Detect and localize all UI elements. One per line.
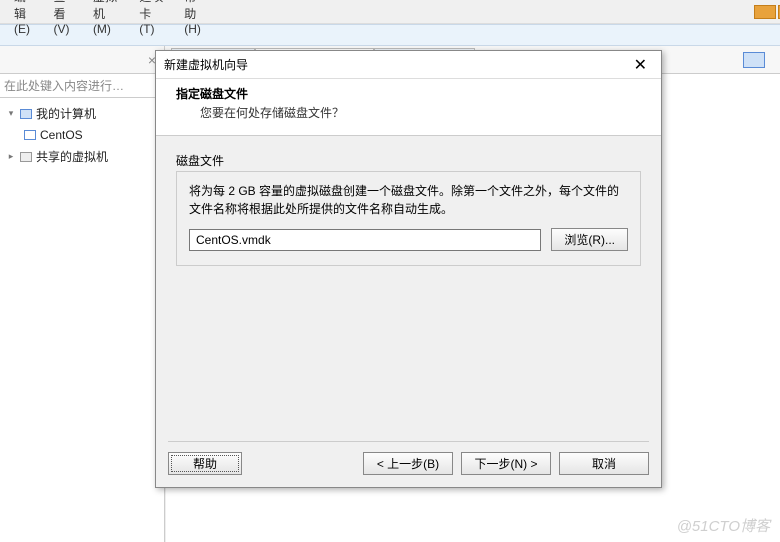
- dialog-heading: 指定磁盘文件: [176, 85, 641, 102]
- vm-tree: ▾ 我的计算机 CentOS ▸ 共享的虚拟机: [0, 98, 164, 168]
- group-label: 磁盘文件: [176, 152, 641, 169]
- watermark: @51CTO博客: [677, 515, 770, 536]
- menu-bar: 编辑(E) 查看(V) 虚拟机(M) 选项卡(T) 帮助(H): [0, 0, 780, 24]
- menu-edit[interactable]: 编辑(E): [4, 0, 43, 36]
- sidebar-collapse-x[interactable]: ×: [0, 46, 165, 73]
- dialog-header: 指定磁盘文件 您要在何处存储磁盘文件？: [156, 79, 661, 136]
- tree-label: 我的计算机: [36, 105, 96, 122]
- disk-file-description: 将为每 2 GB 容量的虚拟磁盘创建一个磁盘文件。除第一个文件之外，每个文件的文…: [189, 182, 628, 218]
- tree-node-my-computer[interactable]: ▾ 我的计算机: [0, 102, 164, 125]
- fullscreen-icon[interactable]: [743, 52, 765, 68]
- dialog-footer: 帮助 < 上一步(B) 下一步(N) > 取消: [168, 441, 649, 475]
- tree-node-shared[interactable]: ▸ 共享的虚拟机: [0, 145, 164, 168]
- dialog-close-button[interactable]: ✕: [628, 55, 653, 75]
- collapse-icon[interactable]: ▾: [6, 109, 16, 119]
- disk-filename-input[interactable]: [189, 229, 541, 251]
- dialog-titlebar: 新建虚拟机向导 ✕: [156, 51, 661, 79]
- dialog-body: 磁盘文件 将为每 2 GB 容量的虚拟磁盘创建一个磁盘文件。除第一个文件之外，每…: [156, 136, 661, 282]
- menu-view[interactable]: 查看(V): [43, 0, 82, 36]
- disk-file-group: 将为每 2 GB 容量的虚拟磁盘创建一个磁盘文件。除第一个文件之外，每个文件的文…: [176, 171, 641, 266]
- tree-node-centos[interactable]: CentOS: [0, 125, 164, 145]
- tree-label: 共享的虚拟机: [36, 148, 108, 165]
- back-button[interactable]: < 上一步(B): [363, 452, 453, 475]
- computer-icon: [20, 109, 32, 119]
- search-input[interactable]: 在此处键入内容进行…: [0, 74, 164, 98]
- expand-icon[interactable]: ▸: [6, 152, 16, 162]
- help-button[interactable]: 帮助: [168, 452, 242, 475]
- menu-vm[interactable]: 虚拟机(M): [83, 0, 129, 36]
- tree-label: CentOS: [40, 128, 83, 142]
- menu-help[interactable]: 帮助(H): [174, 0, 214, 36]
- shared-icon: [20, 152, 32, 162]
- next-button[interactable]: 下一步(N) >: [461, 452, 551, 475]
- side-panel: 在此处键入内容进行… ▾ 我的计算机 CentOS ▸ 共享的虚拟机: [0, 74, 165, 542]
- dialog-title: 新建虚拟机向导: [164, 56, 248, 73]
- menu-tabs[interactable]: 选项卡(T): [129, 0, 174, 36]
- browse-button[interactable]: 浏览(R)...: [551, 228, 628, 251]
- dialog-subheading: 您要在何处存储磁盘文件？: [176, 104, 641, 121]
- new-vm-wizard-dialog: 新建虚拟机向导 ✕ 指定磁盘文件 您要在何处存储磁盘文件？ 磁盘文件 将为每 2…: [155, 50, 662, 488]
- vm-icon: [24, 130, 36, 140]
- pause-icon[interactable]: [754, 5, 766, 19]
- cancel-button[interactable]: 取消: [559, 452, 649, 475]
